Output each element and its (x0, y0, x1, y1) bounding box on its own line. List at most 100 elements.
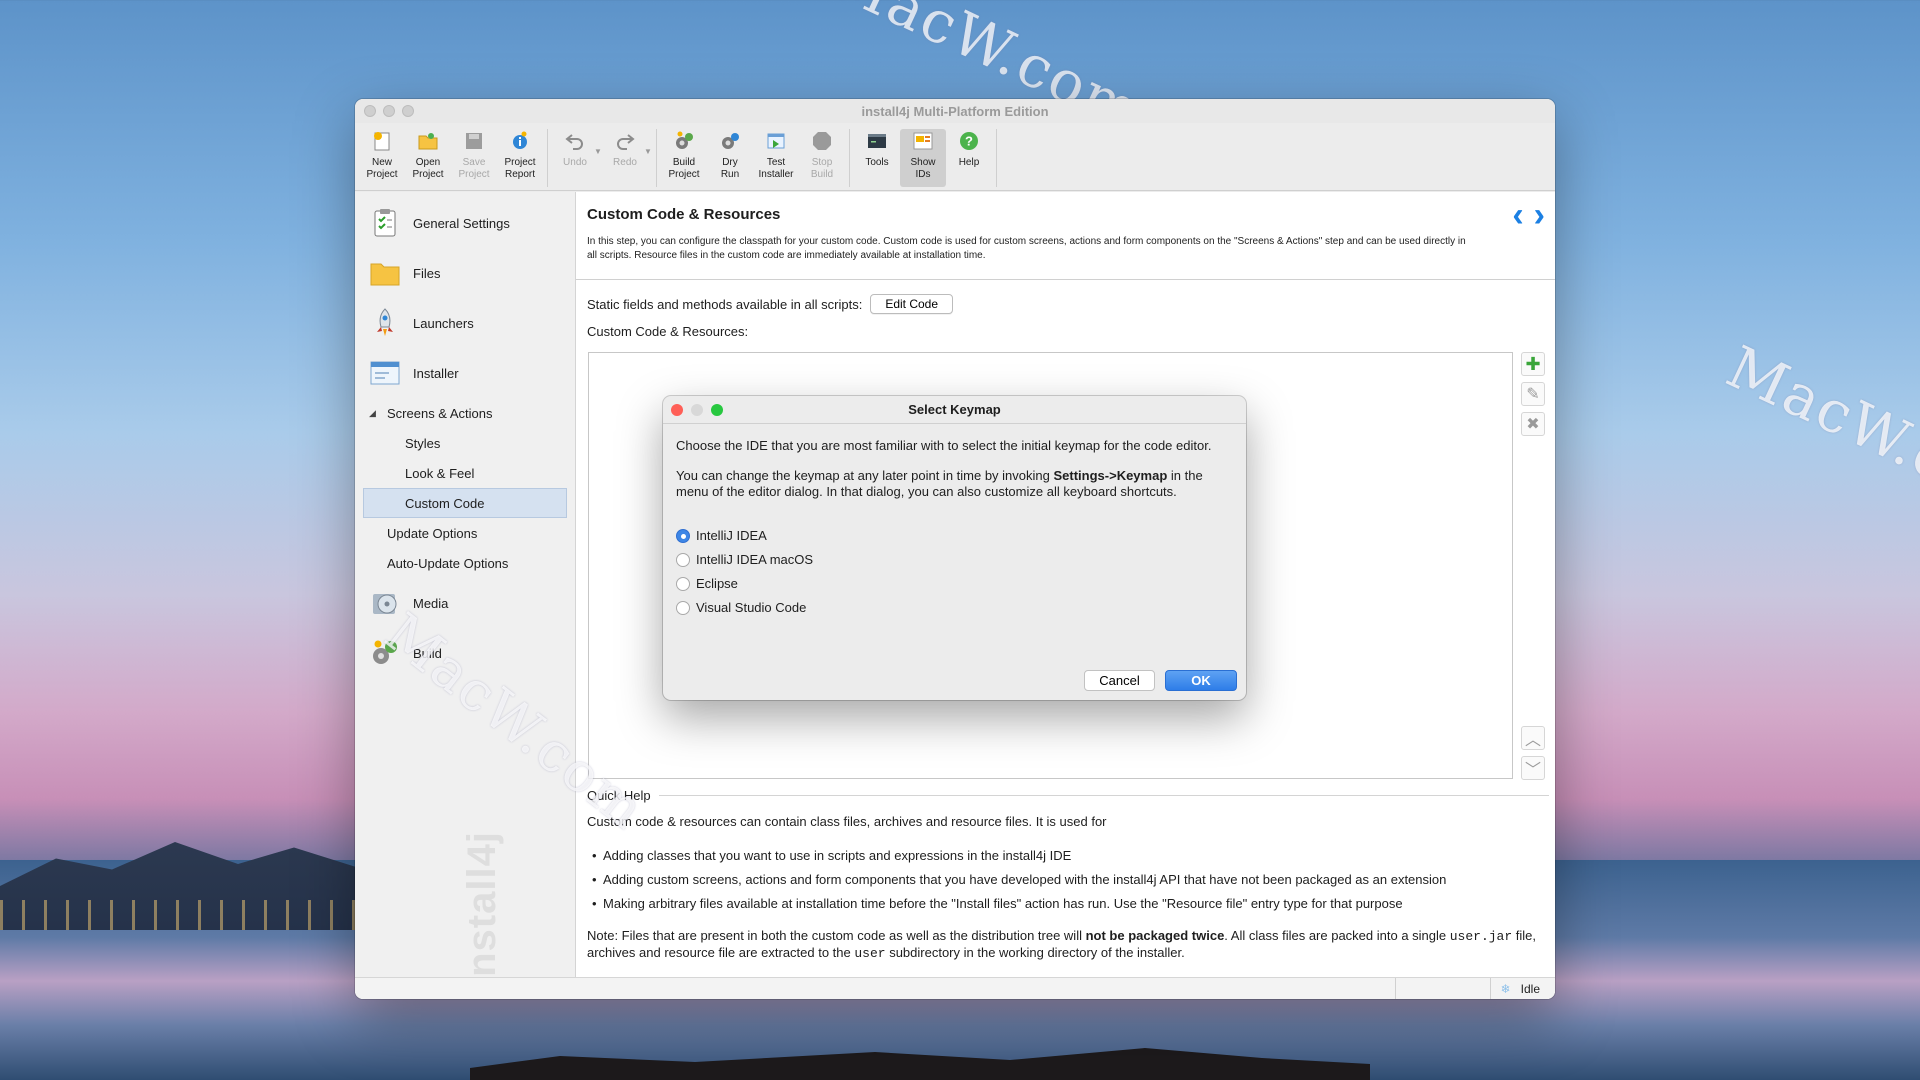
dialog-zoom-button[interactable] (711, 404, 723, 416)
build-gears-icon (369, 637, 401, 669)
move-up-button[interactable]: ︿ (1521, 726, 1545, 750)
static-code-row: Static fields and methods available in a… (587, 294, 1544, 314)
dry-run-button[interactable]: Dry Run (707, 129, 753, 187)
toolbar-group-build: Build Project Dry Run Test Installer Sto… (661, 129, 850, 187)
keymap-options: IntelliJ IDEA IntelliJ IDEA macOS Eclips… (676, 524, 1234, 620)
undo-dropdown-icon[interactable]: ▼ (594, 147, 602, 187)
dialog-title-bar: Select Keymap (663, 396, 1246, 424)
cancel-button[interactable]: Cancel (1084, 670, 1155, 691)
dialog-buttons: Cancel OK (1084, 670, 1237, 691)
svg-text:?: ? (965, 134, 973, 149)
redo-button[interactable]: Redo (602, 129, 648, 187)
radio-intellij-idea-macos[interactable]: IntelliJ IDEA macOS (676, 548, 1234, 572)
previous-step-icon[interactable]: ‹ (1512, 198, 1523, 232)
build-project-button[interactable]: Build Project (661, 129, 707, 187)
dialog-close-button[interactable] (671, 404, 683, 416)
divider (658, 795, 1549, 796)
move-down-button[interactable]: ﹀ (1521, 756, 1545, 780)
dialog-body: Choose the IDE that you are most familia… (663, 424, 1246, 620)
status-bar: ❄ Idle (355, 977, 1555, 999)
dialog-paragraph: Choose the IDE that you are most familia… (676, 438, 1212, 453)
dialog-paragraph: You can change the keymap at any later p… (676, 468, 1203, 499)
custom-code-list-label: Custom Code & Resources: (587, 324, 749, 339)
sidebar-item-label: Files (413, 265, 441, 281)
list-tools: ✚ ✎ ✖ ︿ ﹀ (1521, 352, 1547, 780)
edit-entry-button[interactable]: ✎ (1521, 382, 1545, 406)
expand-triangle-icon[interactable]: ◢ (369, 408, 377, 419)
toolbar-group-history: Undo ▼ Redo ▼ (552, 129, 657, 187)
radio-unselected-icon (676, 553, 690, 567)
quick-help-intro: Custom code & resources can contain clas… (587, 814, 1107, 829)
quick-help-note: Note: Files that are present in both the… (587, 928, 1537, 961)
new-project-button[interactable]: New Project (359, 129, 405, 187)
sidebar-item-label: Styles (405, 435, 441, 451)
radio-intellij-idea[interactable]: IntelliJ IDEA (676, 524, 1234, 548)
undo-button[interactable]: Undo (552, 129, 598, 187)
rocket-icon (369, 307, 401, 339)
clipboard-checklist-icon (369, 207, 401, 239)
sidebar-item-installer[interactable]: Installer (355, 348, 575, 398)
toolbar-group-tools: Tools Show IDs ? Help (854, 129, 997, 187)
close-window-button[interactable] (364, 105, 376, 117)
list-item: Making arbitrary files available at inst… (587, 892, 1549, 916)
static-code-label: Static fields and methods available in a… (587, 296, 863, 312)
dry-run-icon (718, 129, 742, 153)
zoom-window-button[interactable] (402, 105, 414, 117)
radio-selected-icon (676, 529, 690, 543)
sidebar-item-label: Build (413, 645, 442, 661)
add-entry-button[interactable]: ✚ (1521, 352, 1545, 376)
chevron-down-icon: ﹀ (1524, 762, 1541, 779)
list-item: Adding classes that you want to use in s… (587, 844, 1549, 868)
sidebar-item-styles[interactable]: Styles (355, 428, 575, 458)
redo-dropdown-icon[interactable]: ▼ (644, 147, 652, 187)
stop-build-button[interactable]: Stop Build (799, 129, 845, 187)
sidebar-item-general-settings[interactable]: General Settings (355, 198, 575, 248)
title-bar: install4j Multi-Platform Edition (355, 99, 1555, 123)
sidebar-item-screens-actions[interactable]: ◢ Screens & Actions (355, 398, 575, 428)
sidebar-item-custom-code[interactable]: Custom Code (363, 488, 567, 518)
sidebar-item-label: Screens & Actions (387, 405, 493, 421)
dialog-minimize-button[interactable] (691, 404, 703, 416)
ok-button[interactable]: OK (1165, 670, 1237, 691)
edit-code-button[interactable]: Edit Code (870, 294, 954, 314)
folder-icon (369, 257, 401, 289)
media-disc-icon (369, 587, 401, 619)
content-area: Static fields and methods available in a… (576, 280, 1555, 339)
radio-visual-studio-code[interactable]: Visual Studio Code (676, 596, 1234, 620)
help-button[interactable]: ? Help (946, 129, 992, 187)
sidebar-item-build[interactable]: Build (355, 628, 575, 678)
show-ids-button[interactable]: Show IDs (900, 129, 946, 187)
sidebar-item-launchers[interactable]: Launchers (355, 298, 575, 348)
delete-entry-button[interactable]: ✖ (1521, 412, 1545, 436)
minimize-window-button[interactable] (383, 105, 395, 117)
status-empty-segment (1394, 977, 1490, 999)
toolbar-group-project: New Project Open Project Save Project Pr… (359, 129, 548, 187)
window-controls (364, 105, 414, 117)
sidebar-item-look-feel[interactable]: Look & Feel (355, 458, 575, 488)
radio-unselected-icon (676, 577, 690, 591)
quick-help-header: Quick Help (587, 788, 1549, 803)
section-header: Custom Code & Resources In this step, yo… (576, 192, 1555, 280)
sidebar-item-auto-update-options[interactable]: Auto-Update Options (355, 548, 575, 578)
next-step-icon[interactable]: › (1534, 198, 1545, 232)
dialog-title: Select Keymap (908, 402, 1001, 417)
undo-icon (563, 129, 587, 153)
sidebar-item-label: Media (413, 595, 449, 611)
toolbar: New Project Open Project Save Project Pr… (355, 123, 1555, 191)
project-report-icon (508, 129, 532, 153)
sidebar-item-update-options[interactable]: Update Options (355, 518, 575, 548)
help-icon: ? (957, 129, 981, 153)
test-installer-button[interactable]: Test Installer (753, 129, 799, 187)
save-project-button[interactable]: Save Project (451, 129, 497, 187)
quick-help-list: Adding classes that you want to use in s… (587, 844, 1549, 916)
open-project-button[interactable]: Open Project (405, 129, 451, 187)
chevron-up-icon: ︿ (1524, 732, 1541, 749)
build-project-icon (672, 129, 696, 153)
quick-help: Quick Help Custom code & resources can c… (587, 788, 1549, 962)
project-report-button[interactable]: Project Report (497, 129, 543, 187)
radio-eclipse[interactable]: Eclipse (676, 572, 1234, 596)
sidebar-item-media[interactable]: Media (355, 578, 575, 628)
tools-button[interactable]: Tools (854, 129, 900, 187)
sidebar-item-files[interactable]: Files (355, 248, 575, 298)
list-item: Adding custom screens, actions and form … (587, 868, 1549, 892)
